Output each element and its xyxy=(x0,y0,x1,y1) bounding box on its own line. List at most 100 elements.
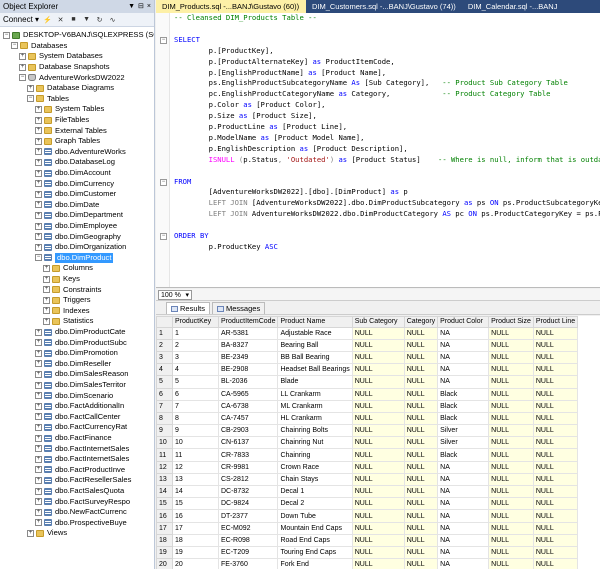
expand-icon[interactable]: + xyxy=(35,158,42,166)
table-cell[interactable]: BB Ball Bearing xyxy=(277,350,353,365)
table-cell[interactable]: ML Crankarm xyxy=(277,399,353,413)
fold-icon[interactable]: − xyxy=(160,178,167,186)
table-cell[interactable]: NULL xyxy=(351,411,405,426)
expand-icon[interactable]: + xyxy=(35,116,42,124)
row-number[interactable]: 18 xyxy=(156,533,173,547)
results-grid[interactable]: ProductKey ProductItemCode Product Name Sub… xyxy=(156,316,600,569)
tree-node[interactable]: + System Databases xyxy=(0,51,103,62)
table-cell[interactable]: Touring End Caps xyxy=(277,545,353,560)
table-cell[interactable]: 4 xyxy=(172,363,219,377)
table-cell[interactable]: NULL xyxy=(488,545,534,560)
connect-icon[interactable]: ⚡ xyxy=(43,15,52,24)
row-number[interactable]: 1 xyxy=(156,326,173,340)
table-cell[interactable]: Chainring Bolts xyxy=(277,424,353,438)
tree-node-label[interactable]: dbo.FactProductInve xyxy=(55,465,125,475)
tree-node[interactable]: + dbo.FactCurrencyRat xyxy=(0,422,127,433)
tree-node-label[interactable]: Tables xyxy=(47,94,69,104)
table-cell[interactable]: CR-7833 xyxy=(217,448,279,462)
table-cell[interactable]: NULL xyxy=(488,460,534,474)
zoom-select[interactable]: 100 % ▾ xyxy=(158,289,192,300)
fold-icon[interactable]: − xyxy=(160,36,167,44)
table-cell[interactable]: NULL xyxy=(351,363,405,377)
table-cell[interactable]: NULL xyxy=(351,558,405,569)
table-cell[interactable]: NULL xyxy=(351,424,405,438)
tree-node[interactable]: − DESKTOP-V6BANJ\SQLEXPRESS (SQ xyxy=(0,30,154,41)
column-header[interactable]: Product Size xyxy=(488,316,534,328)
table-cell[interactable]: EC-M092 xyxy=(217,521,279,535)
table-cell[interactable]: NULL xyxy=(488,399,534,413)
collapse-icon[interactable]: − xyxy=(3,31,10,39)
table-cell[interactable]: NULL xyxy=(532,460,579,474)
table-cell[interactable]: NULL xyxy=(403,460,439,474)
table-cell[interactable]: NA xyxy=(437,521,490,535)
row-number[interactable]: 7 xyxy=(156,399,173,413)
close-icon[interactable]: × xyxy=(147,0,151,13)
tree-node-label[interactable]: dbo.DimProduct xyxy=(53,251,115,264)
table-row[interactable]: 14 14 DC-8732 Decal 1 NULL NULL NA NULL NULL xyxy=(156,485,579,499)
table-cell[interactable]: NULL xyxy=(351,350,405,365)
document-tab[interactable]: DIM_Customers.sql -...BANJ\Gustavo (74)) xyxy=(306,0,462,13)
tree-node-label[interactable]: dbo.DimSalesTerritor xyxy=(55,380,126,390)
fold-icon[interactable]: − xyxy=(160,233,167,240)
row-number[interactable]: 20 xyxy=(156,558,173,569)
table-cell[interactable]: 3 xyxy=(172,350,219,365)
tree-node-label[interactable]: Keys xyxy=(63,274,80,284)
activity-icon[interactable]: ∿ xyxy=(108,15,117,24)
table-cell[interactable]: 15 xyxy=(172,497,219,511)
table-cell[interactable]: NULL xyxy=(403,558,439,569)
tree-node-label[interactable]: dbo.FactResellerSales xyxy=(55,475,131,485)
expand-icon[interactable]: + xyxy=(35,222,42,230)
tree-node-label[interactable]: dbo.DimCurrency xyxy=(55,179,114,189)
row-number[interactable]: 3 xyxy=(156,350,173,365)
row-number[interactable]: 12 xyxy=(156,460,173,474)
tree-node-label[interactable]: dbo.NewFactCurrenc xyxy=(55,507,127,517)
table-cell[interactable]: NULL xyxy=(532,411,579,426)
table-cell[interactable]: NULL xyxy=(351,326,405,340)
table-cell[interactable]: NULL xyxy=(488,436,534,450)
tree-node-label[interactable]: Triggers xyxy=(63,295,91,305)
table-cell[interactable]: CS-2812 xyxy=(217,472,279,487)
table-cell[interactable]: NA xyxy=(437,545,490,560)
tree-node-label[interactable]: dbo.DimPromotion xyxy=(55,348,118,358)
expand-icon[interactable]: + xyxy=(43,296,50,304)
row-number[interactable]: 16 xyxy=(156,509,173,523)
table-cell[interactable]: NULL xyxy=(488,533,534,547)
tree-node[interactable]: + Views xyxy=(0,528,67,539)
table-cell[interactable]: NULL xyxy=(351,533,405,547)
expand-icon[interactable]: + xyxy=(35,476,42,484)
row-number[interactable]: 10 xyxy=(156,436,173,450)
tree-node-label[interactable]: dbo.DimProductSubc xyxy=(55,338,127,348)
table-cell[interactable]: NULL xyxy=(532,399,579,413)
table-cell[interactable]: Black xyxy=(437,399,490,413)
tree-node[interactable]: + dbo.DimScenario xyxy=(0,390,113,401)
filter-icon[interactable]: ▼ xyxy=(82,15,91,24)
table-cell[interactable]: NULL xyxy=(351,387,405,401)
table-cell[interactable]: Silver xyxy=(437,436,490,450)
column-header[interactable] xyxy=(156,316,173,328)
table-cell[interactable]: NULL xyxy=(403,387,439,401)
table-cell[interactable]: NULL xyxy=(488,375,534,389)
expand-icon[interactable]: + xyxy=(35,360,42,368)
table-cell[interactable]: NULL xyxy=(488,558,534,569)
table-cell[interactable]: Black xyxy=(437,448,490,462)
expand-icon[interactable]: + xyxy=(35,127,42,135)
table-cell[interactable]: Road End Caps xyxy=(277,533,353,547)
tree-node[interactable]: + External Tables xyxy=(0,125,107,136)
expand-icon[interactable]: + xyxy=(35,466,42,474)
expand-icon[interactable]: + xyxy=(35,243,42,251)
table-cell[interactable]: NULL xyxy=(403,448,439,462)
tree-node[interactable]: − AdventureWorksDW2022 xyxy=(0,72,125,83)
table-cell[interactable]: Black xyxy=(437,411,490,426)
tree-node-label[interactable]: System Tables xyxy=(55,104,104,114)
row-number[interactable]: 4 xyxy=(156,363,173,377)
expand-icon[interactable]: + xyxy=(19,52,26,60)
expand-icon[interactable]: + xyxy=(35,180,42,188)
table-cell[interactable]: FE-3760 xyxy=(217,558,279,569)
table-cell[interactable]: NA xyxy=(437,509,490,523)
tree-node-label[interactable]: Database Snapshots xyxy=(39,62,110,72)
table-cell[interactable]: DC-8732 xyxy=(217,485,279,499)
table-cell[interactable]: Headset Ball Bearings xyxy=(277,363,353,377)
tree-node-label[interactable]: dbo.DimOrganization xyxy=(55,242,126,252)
expand-icon[interactable]: + xyxy=(35,233,42,241)
table-row[interactable]: 12 12 CR-9981 Crown Race NULL NULL NA NULL NULL xyxy=(156,460,579,474)
